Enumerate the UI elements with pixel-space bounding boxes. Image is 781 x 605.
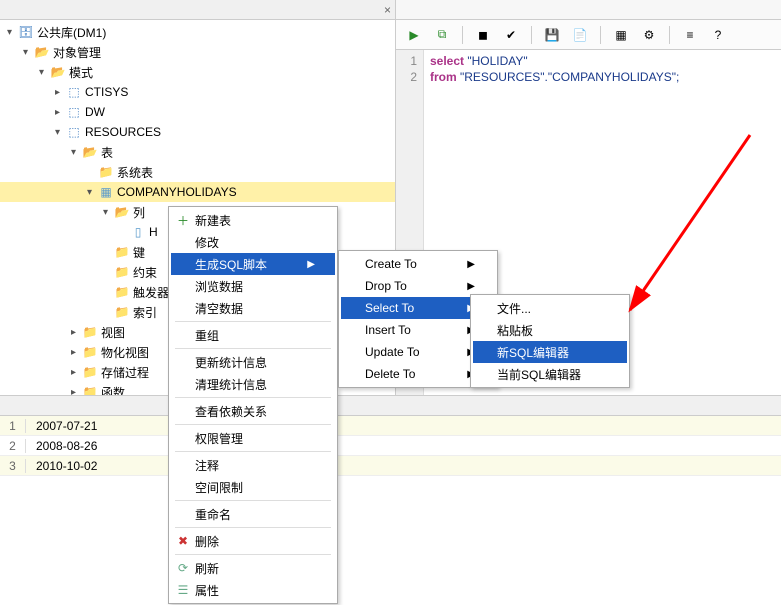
folder-icon: 📁 [82,344,98,360]
stop-button[interactable]: ◼ [471,24,495,46]
menu-perm[interactable]: 权限管理 [171,427,335,449]
tree-node[interactable]: ▾⬚RESOURCES [0,122,395,142]
close-panel-icon[interactable]: × [384,3,391,17]
plus-icon: ＋ [175,212,191,228]
schema-icon: ⬚ [66,84,82,100]
folder-icon: 📁 [82,364,98,380]
editor-toolbar: ▶ ⧉ ◼ ✔ 💾 📄 ▦ ⚙ ≡ ? [396,20,781,50]
tree-node[interactable]: ▾📂表 [0,142,395,162]
menu-browse[interactable]: 浏览数据 [171,275,335,297]
editor-tabbar[interactable] [396,0,781,20]
commit-button[interactable]: ✔ [499,24,523,46]
collapse-icon[interactable]: ▾ [36,67,47,78]
menu-cur-sql-editor[interactable]: 当前SQL编辑器 [473,363,627,385]
left-panel-header: × [0,0,395,20]
refresh-icon: ⟳ [175,560,191,576]
database-icon: 🗄 [18,24,34,40]
column-icon: ▯ [130,224,146,240]
results-header [0,396,781,416]
folder-icon: 📁 [114,304,130,320]
folder-open-icon: 📂 [114,204,130,220]
tree-node[interactable]: ▾📂模式 [0,62,395,82]
schema-icon: ⬚ [66,124,82,140]
schema-icon: ⬚ [66,104,82,120]
menu-space-limit[interactable]: 空间限制 [171,476,335,498]
format-button[interactable]: ≡ [678,24,702,46]
table-icon: ▦ [98,184,114,200]
expand-icon[interactable]: ▸ [52,107,63,118]
collapse-icon[interactable]: ▾ [68,147,79,158]
row-cell: 2008-08-26 [26,439,107,453]
tree-node[interactable]: ▾📂对象管理 [0,42,395,62]
expand-icon[interactable]: ▸ [68,367,79,378]
menu-new-table[interactable]: ＋新建表 [171,209,335,231]
collapse-icon[interactable]: ▾ [52,127,63,138]
help-button[interactable]: ? [706,24,730,46]
expand-icon[interactable]: ▸ [68,327,79,338]
result-row[interactable]: 22008-08-26 [0,436,781,456]
folder-icon: 📁 [114,264,130,280]
folder-icon: 📁 [98,164,114,180]
folder-icon: 📁 [114,244,130,260]
menu-create-to[interactable]: Create To▶ [341,253,495,275]
save-button[interactable]: 💾 [540,24,564,46]
menu-modify[interactable]: 修改 [171,231,335,253]
folder-open-icon: 📂 [50,64,66,80]
props-icon: ☰ [175,582,191,598]
folder-open-icon: 📂 [34,44,50,60]
menu-rename[interactable]: 重命名 [171,503,335,525]
tree-node[interactable]: ▸⬚DW [0,102,395,122]
result-row[interactable]: 32010-10-02 [0,456,781,476]
tree-node[interactable]: ▸⬚CTISYS [0,82,395,102]
menu-gen-sql[interactable]: 生成SQL脚本▶ [171,253,335,275]
row-number: 3 [0,459,26,473]
collapse-icon[interactable]: ▾ [84,187,95,198]
row-number: 1 [0,419,26,433]
result-row[interactable]: 12007-07-21 [0,416,781,436]
menu-comment[interactable]: 注释 [171,454,335,476]
expand-icon[interactable]: ▸ [52,87,63,98]
expand-icon[interactable]: ▸ [68,347,79,358]
menu-view-dep[interactable]: 查看依赖关系 [171,400,335,422]
tree-node[interactable]: 📁系统表 [0,162,395,182]
grid-button[interactable]: ▦ [609,24,633,46]
run-script-button[interactable]: ⧉ [430,24,454,46]
results-grid[interactable]: 12007-07-2122008-08-2632010-10-02 [0,395,781,605]
context-menu-sub2[interactable]: 文件... 粘贴板 新SQL编辑器 当前SQL编辑器 [470,294,630,388]
tree-root[interactable]: ▾🗄公共库(DM1) [0,22,395,42]
row-cell: 2007-07-21 [26,419,107,433]
collapse-icon[interactable]: ▾ [100,207,111,218]
folder-icon: 📁 [82,324,98,340]
folder-icon: 📁 [114,284,130,300]
delete-icon: ✖ [175,533,191,549]
folder-open-icon: 📂 [82,144,98,160]
run-button[interactable]: ▶ [402,24,426,46]
menu-clean-stats[interactable]: 清理统计信息 [171,373,335,395]
chevron-right-icon: ▶ [307,259,315,270]
menu-refresh[interactable]: ⟳刷新 [171,557,335,579]
tree-node-companyholidays[interactable]: ▾▦COMPANYHOLIDAYS [0,182,395,202]
chevron-right-icon: ▶ [467,259,475,270]
menu-file[interactable]: 文件... [473,297,627,319]
row-cell: 2010-10-02 [26,459,107,473]
menu-props[interactable]: ☰属性 [171,579,335,601]
menu-clipboard[interactable]: 粘贴板 [473,319,627,341]
open-button[interactable]: 📄 [568,24,592,46]
chevron-right-icon: ▶ [467,281,475,292]
collapse-icon[interactable]: ▾ [4,27,15,38]
menu-delete[interactable]: ✖删除 [171,530,335,552]
column-name: H [149,225,158,239]
menu-new-sql-editor[interactable]: 新SQL编辑器 [473,341,627,363]
collapse-icon[interactable]: ▾ [20,47,31,58]
menu-update-stats[interactable]: 更新统计信息 [171,351,335,373]
menu-reorg[interactable]: 重组 [171,324,335,346]
menu-clear[interactable]: 清空数据 [171,297,335,319]
options-button[interactable]: ⚙ [637,24,661,46]
context-menu-main[interactable]: ＋新建表 修改 生成SQL脚本▶ 浏览数据 清空数据 重组 更新统计信息 清理统… [168,206,338,604]
row-number: 2 [0,439,26,453]
